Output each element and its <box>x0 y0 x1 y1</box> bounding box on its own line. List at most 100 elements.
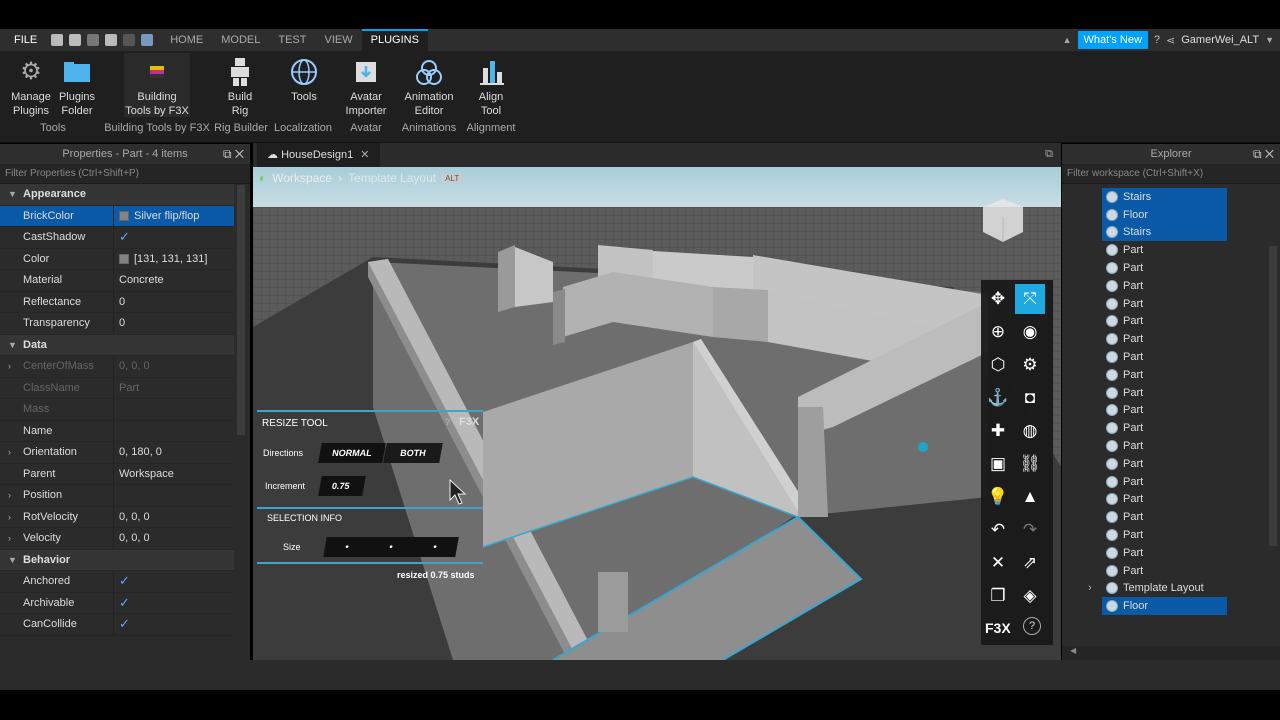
property-row[interactable]: Reflectance 0 <box>0 291 234 313</box>
dock-close-icon[interactable]: ⧉ ✕ <box>1253 147 1274 162</box>
increment-input[interactable]: 0.75 <box>318 476 366 496</box>
tree-item[interactable]: Part <box>1062 348 1280 366</box>
property-row[interactable]: › RotVelocity 0, 0, 0 <box>0 506 234 528</box>
property-row[interactable]: BrickColor Silver flip/flop <box>0 205 234 227</box>
tree-item[interactable]: Part <box>1062 295 1280 313</box>
properties-scrollbar[interactable] <box>236 184 246 654</box>
property-value-cell[interactable]: Concrete <box>114 270 234 291</box>
collapse-icon[interactable]: ▲ <box>1063 35 1072 45</box>
tab-model[interactable]: MODEL <box>212 29 269 51</box>
layers-icon[interactable]: ◈ <box>1015 581 1045 611</box>
user-menu-icon[interactable]: ▼ <box>1265 35 1274 45</box>
undo-icon[interactable] <box>141 34 154 46</box>
color-swatch[interactable] <box>119 210 129 221</box>
normal-button[interactable]: NORMAL <box>318 443 386 463</box>
property-value-cell[interactable]: Workspace <box>114 464 234 485</box>
property-value-cell[interactable]: 0, 0, 0 <box>114 528 234 549</box>
breadcrumb-workspace[interactable]: Workspace <box>272 171 332 185</box>
command-bar[interactable] <box>0 660 1280 690</box>
property-value[interactable]: ✓ <box>119 229 130 245</box>
weld-tool-icon[interactable]: ⛓ <box>1015 449 1045 479</box>
property-value[interactable]: Silver flip/flop <box>134 210 199 222</box>
property-row[interactable]: Parent Workspace <box>0 463 234 485</box>
property-row[interactable]: › Orientation 0, 180, 0 <box>0 442 234 464</box>
property-value-cell[interactable]: ✓ <box>114 571 234 592</box>
delete-icon[interactable]: ✕ <box>983 548 1013 578</box>
plugins-folder-button[interactable]: Plugins Folder <box>56 57 98 118</box>
property-value[interactable]: ✓ <box>119 616 130 632</box>
dock-close-icon[interactable]: ⧉ ✕ <box>223 147 244 162</box>
property-value[interactable]: 0, 0, 0 <box>119 511 150 523</box>
file-menu[interactable]: FILE <box>0 29 51 51</box>
explorer-scrollbar[interactable] <box>1268 186 1278 642</box>
property-value-cell[interactable]: 0, 180, 0 <box>114 442 234 463</box>
animation-editor-button[interactable]: Animation Editor <box>402 57 456 118</box>
new-file-icon[interactable] <box>51 34 64 46</box>
share-icon[interactable]: ⋖ <box>1166 34 1175 47</box>
property-value-cell[interactable]: ✓ <box>114 227 234 248</box>
property-row[interactable]: Anchored ✓ <box>0 571 234 593</box>
tree-item[interactable]: Part <box>1062 455 1280 473</box>
scroll-thumb[interactable] <box>1269 246 1277 546</box>
chevron-right-icon[interactable]: › <box>8 361 11 371</box>
tree-item[interactable]: Part <box>1062 562 1280 580</box>
resize-tool-icon[interactable]: ⤧ <box>1015 284 1045 314</box>
fullscreen-icon[interactable]: ⧉ <box>1045 148 1053 161</box>
tree-item[interactable]: Part <box>1062 402 1280 420</box>
chevron-down-icon[interactable]: ▼ <box>8 189 17 199</box>
breadcrumb-template-layout[interactable]: Template Layout <box>348 171 436 185</box>
property-value-cell[interactable]: ✓ <box>114 614 234 635</box>
chevron-down-icon[interactable]: ▼ <box>8 555 17 565</box>
texture-tool-icon[interactable]: ▣ <box>983 449 1013 479</box>
anchor-tool-icon[interactable]: ⚓ <box>983 383 1013 413</box>
property-row[interactable]: Material Concrete <box>0 270 234 292</box>
move-tool-icon[interactable]: ✥ <box>983 284 1013 314</box>
property-value-cell[interactable]: 0, 0, 0 <box>114 507 234 528</box>
property-value[interactable]: ✓ <box>119 595 130 611</box>
property-value[interactable]: Part <box>119 382 139 394</box>
property-row[interactable]: ClassName Part <box>0 377 234 399</box>
user-name[interactable]: GamerWei_ALT <box>1181 34 1259 46</box>
tree-item[interactable]: Part <box>1062 526 1280 544</box>
building-tools-button[interactable]: Building Tools by F3X <box>124 53 190 117</box>
both-button[interactable]: BOTH <box>383 443 443 463</box>
lighting-tool-icon[interactable]: 💡 <box>983 482 1013 512</box>
tab-view[interactable]: VIEW <box>315 29 361 51</box>
tree-item[interactable]: Part <box>1062 277 1280 295</box>
tab-test[interactable]: TEST <box>269 29 315 51</box>
property-value[interactable]: 0 <box>119 317 125 329</box>
tree-item[interactable]: Stairs <box>1102 188 1227 206</box>
decorate-tool-icon[interactable]: ▲ <box>1015 482 1045 512</box>
tree-item[interactable]: Floor <box>1102 597 1227 616</box>
tree-item[interactable]: Part <box>1062 437 1280 455</box>
property-row[interactable]: Color [131, 131, 131] <box>0 248 234 270</box>
chevron-right-icon[interactable]: › <box>8 512 11 522</box>
surface-tool-icon[interactable]: ⬡ <box>983 350 1013 380</box>
tree-item[interactable]: Part <box>1062 473 1280 491</box>
help-icon[interactable]: ? <box>1023 617 1041 635</box>
property-row[interactable]: › Velocity 0, 0, 0 <box>0 528 234 550</box>
explorer-filter[interactable]: Filter workspace (Ctrl+Shift+X) <box>1062 164 1280 184</box>
property-row[interactable]: CastShadow ✓ <box>0 227 234 249</box>
scroll-thumb[interactable] <box>237 185 245 435</box>
chevron-right-icon[interactable]: › <box>8 533 11 543</box>
tree-item[interactable]: Part <box>1062 313 1280 331</box>
property-value[interactable]: 0, 0, 0 <box>119 532 150 544</box>
handle-dot[interactable] <box>918 442 928 452</box>
tree-item[interactable]: Floor <box>1102 205 1227 224</box>
tree-item[interactable]: Part <box>1062 491 1280 509</box>
chevron-right-icon[interactable]: › <box>8 490 11 500</box>
property-value[interactable]: [131, 131, 131] <box>134 253 207 265</box>
tree-item[interactable]: Part <box>1062 544 1280 562</box>
property-value[interactable]: 0, 180, 0 <box>119 446 162 458</box>
avatar-importer-button[interactable]: Avatar Importer <box>344 57 388 118</box>
property-value-cell[interactable]: ✓ <box>114 593 234 614</box>
property-value[interactable]: Concrete <box>119 274 164 286</box>
property-value[interactable]: Workspace <box>119 468 174 480</box>
color-swatch[interactable] <box>119 253 129 264</box>
property-value[interactable]: ✓ <box>119 573 130 589</box>
help-icon[interactable]: ? <box>1154 34 1160 46</box>
redo-icon[interactable]: ↷ <box>1015 515 1045 545</box>
property-value-cell[interactable]: 0 <box>114 313 234 334</box>
undo-icon[interactable]: ↶ <box>983 515 1013 545</box>
